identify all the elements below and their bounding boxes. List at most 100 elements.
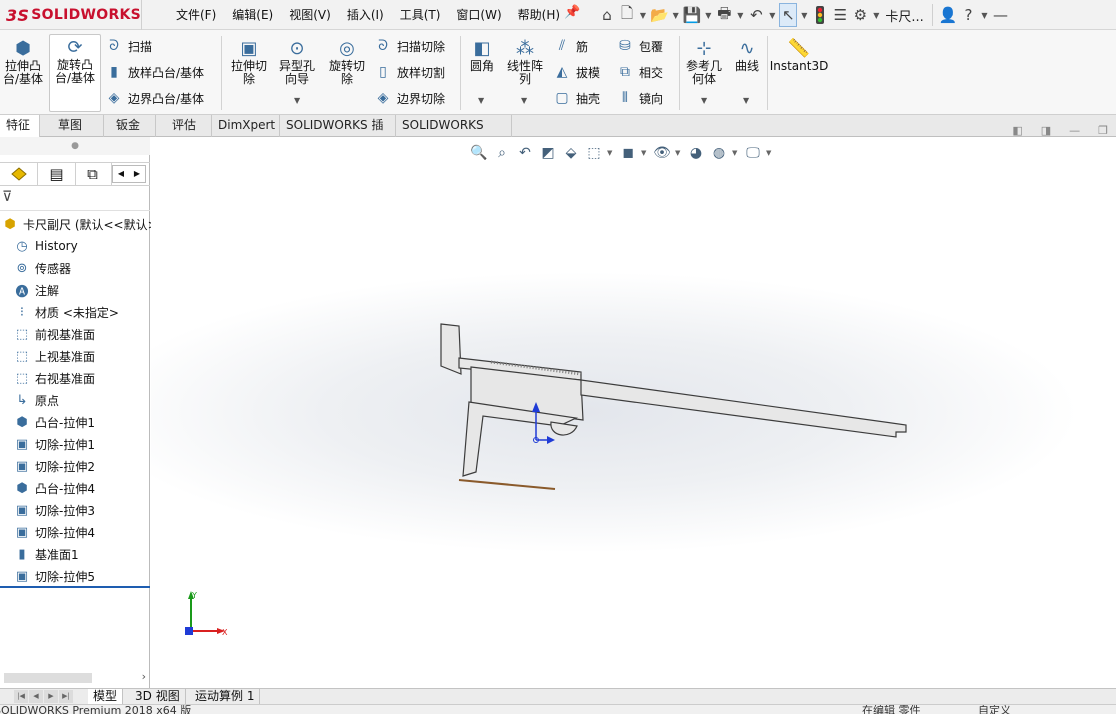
menu-file[interactable]: 文件(F) <box>168 0 224 30</box>
tree-item-cut-extrude4[interactable]: ▣ 切除-拉伸4 <box>12 521 95 543</box>
tree-item-cut-extrude1[interactable]: ▣ 切除-拉伸1 <box>12 433 95 455</box>
draft-button[interactable]: ◭ 拔模 <box>552 62 600 82</box>
tile-left-icon[interactable]: ◧ <box>1012 124 1022 137</box>
undo-icon[interactable]: ↶ <box>747 3 765 27</box>
rollback-bar[interactable] <box>0 586 150 588</box>
tab-features[interactable]: 特征 <box>0 115 40 137</box>
loft-cut-button[interactable]: ▯ 放样切割 <box>373 62 445 82</box>
tree-item-history[interactable]: ◷ History <box>12 235 77 257</box>
horizontal-scrollbar[interactable]: › <box>0 670 150 686</box>
filter-icon[interactable]: ⊽ <box>0 189 150 211</box>
fillet-button[interactable]: ◧ 圆角 <box>464 36 500 73</box>
chevron-down-icon[interactable]: ▼ <box>732 149 740 157</box>
select-cursor-icon[interactable]: ↖ <box>779 3 798 27</box>
tree-item-cut-extrude2[interactable]: ▣ 切除-拉伸2 <box>12 455 95 477</box>
chevron-down-icon[interactable]: ▼ <box>701 96 707 105</box>
tab-sheet-metal[interactable]: 钣金 <box>104 115 156 137</box>
chevron-down-icon[interactable]: ▼ <box>294 96 300 105</box>
chevron-down-icon[interactable]: ▼ <box>607 149 615 157</box>
rebuild-traffic-light-icon[interactable] <box>811 3 829 27</box>
tab-motion-study[interactable]: 运动算例 1 <box>190 689 261 704</box>
revolve-boss-button[interactable]: ⟳ 旋转凸 台/基体 <box>49 34 101 112</box>
zoom-to-area-icon[interactable]: ⌕ <box>492 143 512 163</box>
tab-evaluate[interactable]: 评估 <box>156 115 212 137</box>
chevron-down-icon[interactable]: ▼ <box>703 3 713 27</box>
section-view-icon[interactable]: ◩ <box>538 143 558 163</box>
prev-tab-icon[interactable]: ◀ <box>29 690 43 703</box>
hide-show-items-icon[interactable]: 👁 <box>652 143 672 163</box>
tab-sketch[interactable]: 草图 <box>40 115 104 137</box>
rib-button[interactable]: ⫽ 筋 <box>552 36 588 56</box>
new-document-icon[interactable]: 🗋 <box>618 3 636 27</box>
boundary-cut-button[interactable]: ◈ 边界切除 <box>373 88 445 108</box>
chevron-down-icon[interactable]: ▼ <box>675 149 683 157</box>
menu-window[interactable]: 窗口(W) <box>448 0 509 30</box>
chevron-down-icon[interactable]: ▼ <box>521 96 527 105</box>
curves-button[interactable]: ∿ 曲线 <box>730 36 764 73</box>
linear-pattern-button[interactable]: ⁂ 线性阵 列 <box>502 36 548 86</box>
tree-item-origin[interactable]: ↳ 原点 <box>12 389 59 411</box>
zoom-to-fit-icon[interactable]: 🔍 <box>469 143 489 163</box>
pin-icon[interactable]: 📌 <box>564 5 580 23</box>
view-orientation-icon[interactable]: ⬚ <box>584 143 604 163</box>
menu-view[interactable]: 视图(V) <box>281 0 339 30</box>
graphics-viewport[interactable]: ◧ ◨ — ❐ 🔍 ⌕ ↶ ◩ ⬙ ⬚ ▼ ◼ ▼ 👁 ▼ ◕ ◍ ▼ 🖵 ▼ <box>151 124 1116 688</box>
tab-dimxpert[interactable]: DimXpert <box>212 115 280 137</box>
tree-root[interactable]: ⬢ 卡尺副尺 (默认<<默认> <box>0 213 157 235</box>
property-manager-tab-icon[interactable]: ▤ <box>38 163 76 185</box>
save-icon[interactable]: 💾 <box>683 3 702 27</box>
file-properties-icon[interactable]: ☰ <box>831 3 849 27</box>
tab-solidworks-addins[interactable]: SOLIDWORKS 插件 <box>280 115 396 153</box>
open-folder-icon[interactable]: 📂 <box>650 3 669 27</box>
units-custom-text[interactable]: 自定义 <box>978 705 1011 714</box>
tree-item-boss-extrude4[interactable]: ⬢ 凸台-拉伸4 <box>12 477 95 499</box>
intersect-button[interactable]: ⧉ 相交 <box>615 62 663 82</box>
minimize-icon[interactable]: — <box>1069 124 1080 137</box>
menu-tools[interactable]: 工具(T) <box>392 0 449 30</box>
user-icon[interactable]: 👤 <box>939 3 958 27</box>
tab-solidworks-mbd[interactable]: SOLIDWORKS MBD <box>396 115 512 153</box>
minimize-icon[interactable]: — <box>991 3 1009 27</box>
chevron-down-icon[interactable]: ▼ <box>767 3 777 27</box>
sweep-cut-button[interactable]: ᘐ 扫描切除 <box>373 36 445 56</box>
tree-item-cut-extrude5[interactable]: ▣ 切除-拉伸5 <box>12 565 95 587</box>
tree-item-material[interactable]: ⁝ 材质 <未指定> <box>12 301 119 323</box>
shell-button[interactable]: ▢ 抽壳 <box>552 88 600 108</box>
help-icon[interactable]: ? <box>959 3 977 27</box>
previous-view-icon[interactable]: ↶ <box>515 143 535 163</box>
chevron-down-icon[interactable]: ▼ <box>979 3 989 27</box>
configuration-manager-tab-icon[interactable]: ⧉ <box>74 163 112 185</box>
boundary-boss-button[interactable]: ◈ 边界凸台/基体 <box>104 88 204 108</box>
menu-help[interactable]: 帮助(H) <box>510 0 568 30</box>
dynamic-annotation-icon[interactable]: ⬙ <box>561 143 581 163</box>
last-tab-icon[interactable]: ▶| <box>59 690 73 703</box>
panel-resize-handle[interactable]: ● <box>0 137 150 155</box>
mirror-button[interactable]: ⫴ 镜向 <box>615 88 663 108</box>
options-gear-icon[interactable]: ⚙ <box>851 3 869 27</box>
loft-boss-button[interactable]: ▮ 放样凸台/基体 <box>104 62 204 82</box>
view-settings-icon[interactable]: 🖵 <box>743 143 763 163</box>
extrude-cut-button[interactable]: ▣ 拉伸切 除 <box>226 36 272 86</box>
chevron-down-icon[interactable]: ▼ <box>671 3 681 27</box>
chevron-down-icon[interactable]: ▼ <box>799 3 809 27</box>
chevron-down-icon[interactable]: ▼ <box>871 3 881 27</box>
chevron-down-icon[interactable]: ▼ <box>641 149 649 157</box>
display-style-icon[interactable]: ◼ <box>618 143 638 163</box>
tab-3d-view[interactable]: 3D 视图 <box>130 689 186 704</box>
tree-item-sensors[interactable]: ⊚ 传感器 <box>12 257 71 279</box>
chevron-down-icon[interactable]: ▼ <box>743 96 749 105</box>
menu-edit[interactable]: 编辑(E) <box>224 0 281 30</box>
arrow-left-icon[interactable]: ◀ <box>113 166 129 182</box>
extrude-boss-button[interactable]: ⬢ 拉伸凸 台/基体 <box>0 36 46 86</box>
sweep-button[interactable]: ᘐ 扫描 <box>104 36 152 56</box>
solidworks-logo[interactable]: 3S SOLIDWORKS <box>0 0 142 30</box>
first-tab-icon[interactable]: |◀ <box>14 690 28 703</box>
tree-item-plane1[interactable]: ▮ 基准面1 <box>12 543 78 565</box>
tab-model[interactable]: 模型 <box>88 689 124 704</box>
tree-item-cut-extrude3[interactable]: ▣ 切除-拉伸3 <box>12 499 95 521</box>
scrollbar-thumb[interactable] <box>4 673 92 683</box>
home-icon[interactable]: ⌂ <box>598 3 616 27</box>
feature-manager-tab-icon[interactable] <box>0 163 38 185</box>
chevron-down-icon[interactable]: ▼ <box>735 3 745 27</box>
print-icon[interactable]: 🖶 <box>715 3 733 27</box>
